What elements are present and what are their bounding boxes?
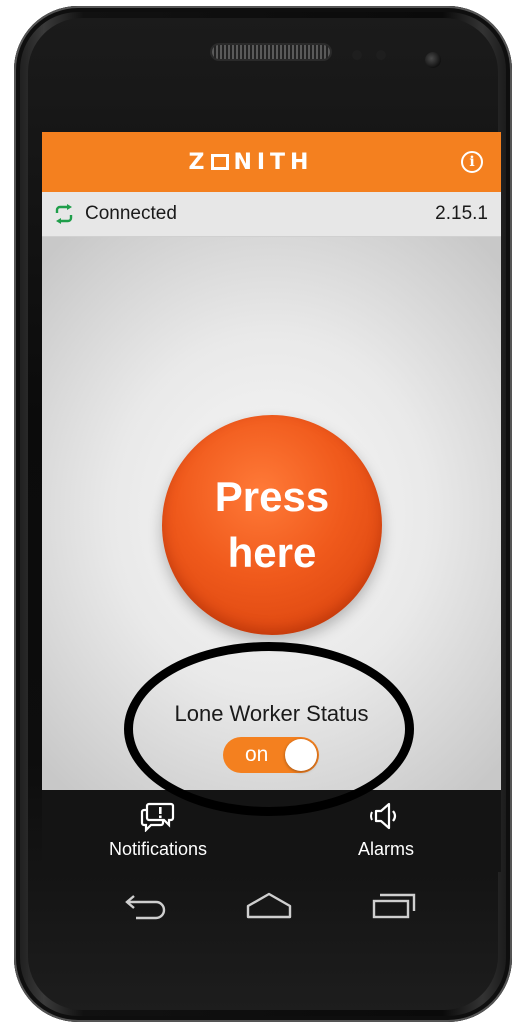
home-icon[interactable] xyxy=(244,890,294,920)
sync-arrows-icon xyxy=(55,204,73,224)
info-icon[interactable]: i xyxy=(461,151,483,173)
nav-item-alarms[interactable]: Alarms xyxy=(296,790,476,872)
nav-label-notifications: Notifications xyxy=(108,839,208,859)
lone-worker-status-label: Lone Worker Status xyxy=(174,701,369,726)
toggle-state-label: on xyxy=(245,743,269,766)
nav-label-alarms: Alarms xyxy=(357,839,414,859)
press-here-button[interactable]: Press here xyxy=(162,415,382,635)
nav-item-notifications[interactable]: Notifications xyxy=(68,790,248,872)
info-glyph: i xyxy=(469,154,475,170)
main-panel: Press here Lone Worker Status on xyxy=(42,237,501,790)
recent-apps-icon[interactable] xyxy=(368,890,418,920)
connection-status-bar: Connected 2.15.1 xyxy=(42,192,501,237)
light-sensor xyxy=(376,50,386,60)
zonith-logo: Z NITH xyxy=(188,150,314,175)
app-header: Z NITH i xyxy=(42,132,501,192)
bottom-navigation: Notifications Alarms xyxy=(42,790,501,872)
app-screen: Z NITH i Connected 2.15.1 Press here Lone… xyxy=(42,132,501,872)
toggle-knob xyxy=(285,739,317,771)
press-here-label: Press here xyxy=(214,473,330,576)
earpiece-speaker xyxy=(212,45,330,59)
connection-status-label: Connected xyxy=(85,203,177,224)
notification-bubble-icon xyxy=(140,802,175,832)
front-camera xyxy=(425,52,441,68)
android-system-nav xyxy=(42,872,501,940)
back-icon[interactable] xyxy=(122,890,172,920)
proximity-sensor xyxy=(352,50,362,60)
lone-worker-toggle[interactable]: on xyxy=(223,737,319,773)
app-version: 2.15.1 xyxy=(435,203,488,224)
speaker-icon xyxy=(370,802,397,830)
